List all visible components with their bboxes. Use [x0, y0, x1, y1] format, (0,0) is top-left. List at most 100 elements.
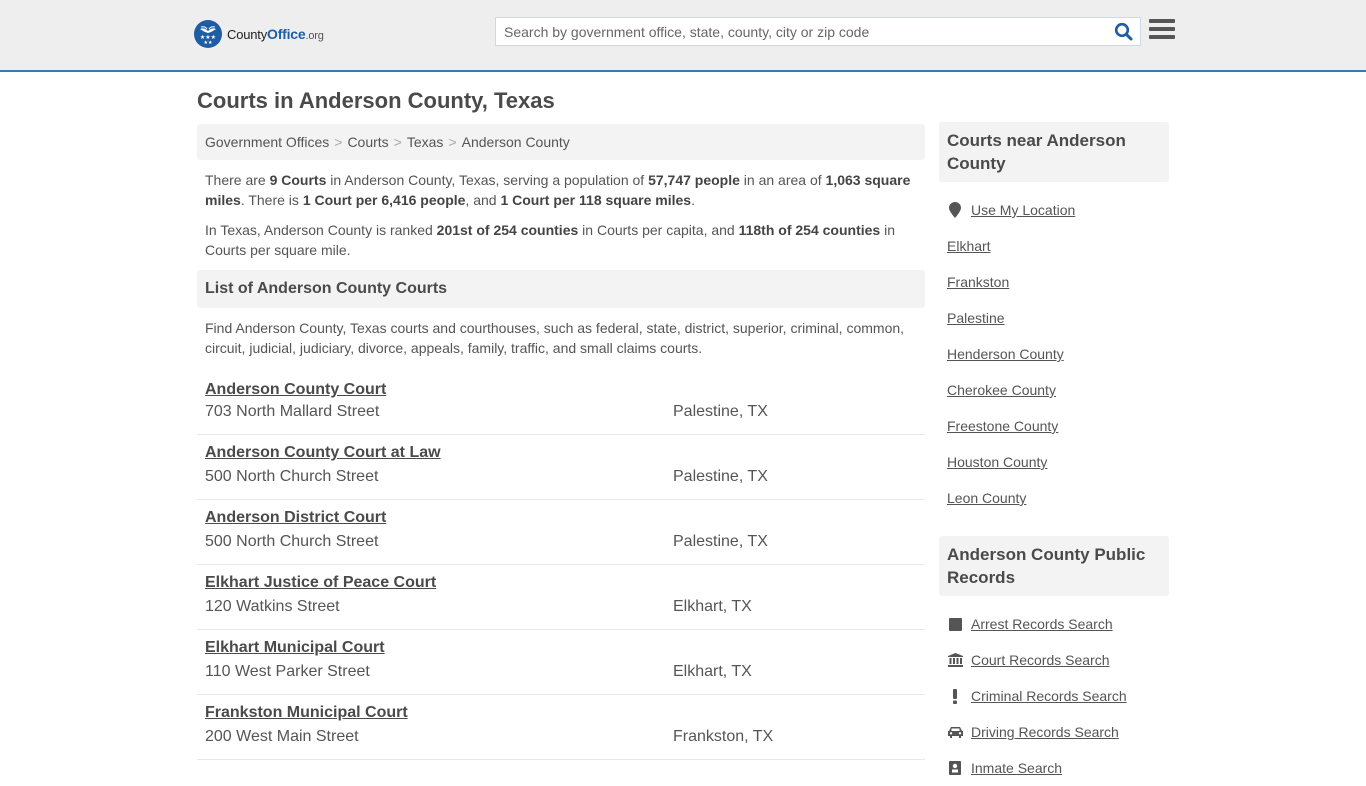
- site-logo[interactable]: ★★★ ★★ CountyOffice.org: [194, 20, 324, 48]
- court-address: 120 Watkins Street: [205, 598, 340, 615]
- nearby-link-cherokee-county[interactable]: Cherokee County: [947, 382, 1056, 398]
- text: There are: [205, 172, 270, 188]
- breadcrumb-separator: >: [448, 134, 457, 150]
- records-link-item: Court Records Search: [947, 642, 1161, 678]
- breadcrumb-separator: >: [393, 134, 402, 150]
- main-content: Government Offices > Courts > Texas > Anderson…: [197, 124, 925, 760]
- court-list-item: Frankston Municipal Court 200 West Main …: [197, 695, 925, 760]
- nearby-link-leon-county[interactable]: Leon County: [947, 490, 1026, 506]
- courts-per-people: 1 Court per 6,416 people: [302, 192, 466, 208]
- nearby-link-elkhart[interactable]: Elkhart: [947, 238, 991, 254]
- inmate-icon: [947, 760, 963, 776]
- court-city: Palestine, TX: [673, 468, 768, 485]
- population: 57,747 people: [648, 172, 740, 188]
- breadcrumb-texas[interactable]: Texas: [407, 134, 444, 150]
- breadcrumb-courts[interactable]: Courts: [347, 134, 388, 150]
- nearby-link-item: Henderson County: [947, 336, 1161, 372]
- text: in Anderson County, Texas, serving a pop…: [326, 172, 649, 188]
- summary-paragraph: There are 9 Courts in Anderson County, T…: [205, 170, 917, 210]
- public-records-heading: Anderson County Public Records: [939, 536, 1169, 596]
- court-list-item: Anderson County Court at Law 500 North C…: [197, 435, 925, 500]
- court-list-item: Elkhart Municipal Court 110 West Parker …: [197, 630, 925, 695]
- public-records-list: Arrest Records Search Court Records Sear…: [939, 606, 1169, 786]
- text: , and: [465, 192, 501, 208]
- search-icon[interactable]: [1114, 22, 1134, 42]
- per-capita-rank: 201st of 254 counties: [436, 222, 579, 238]
- nearby-link-item: Houston County: [947, 444, 1161, 480]
- court-name-link[interactable]: Anderson County Court: [205, 380, 386, 400]
- court-name-link[interactable]: Anderson District Court: [205, 508, 386, 528]
- courts-list-description: Find Anderson County, Texas courts and c…: [205, 320, 905, 356]
- court-list-item: Elkhart Justice of Peace Court 120 Watki…: [197, 565, 925, 630]
- search-box: [495, 17, 1141, 46]
- court-city: Palestine, TX: [673, 533, 768, 550]
- menu-bar: [1149, 19, 1175, 23]
- nearby-link-frankston[interactable]: Frankston: [947, 274, 1009, 290]
- sidebar: Courts near Anderson County Use My Locat…: [939, 122, 1169, 786]
- courts-per-area: 1 Court per 118 square miles: [500, 192, 692, 208]
- text: .: [691, 192, 695, 208]
- intro-text: There are 9 Courts in Anderson County, T…: [197, 170, 925, 260]
- per-area-rank: 118th of 254 counties: [738, 222, 881, 238]
- arrest-records-link[interactable]: Arrest Records Search: [971, 616, 1113, 632]
- nearby-link-freestone-county[interactable]: Freestone County: [947, 418, 1058, 434]
- menu-bar: [1149, 35, 1175, 39]
- court-address: 200 West Main Street: [205, 728, 359, 745]
- court-address: 110 West Parker Street: [205, 663, 370, 680]
- court-list: Anderson County Court 703 North Mallard …: [197, 376, 925, 760]
- hamburger-menu-icon[interactable]: [1149, 19, 1175, 41]
- square-icon: [947, 616, 963, 632]
- text: In Texas, Anderson County is ranked: [205, 222, 437, 238]
- court-records-link[interactable]: Court Records Search: [971, 652, 1110, 668]
- criminal-records-link[interactable]: Criminal Records Search: [971, 688, 1127, 704]
- nearby-courts-list: Use My Location Elkhart Frankston Palest…: [939, 192, 1169, 516]
- ranking-paragraph: In Texas, Anderson County is ranked 201s…: [205, 220, 917, 260]
- nearby-link-houston-county[interactable]: Houston County: [947, 454, 1047, 470]
- site-header: ★★★ ★★ CountyOffice.org: [0, 0, 1366, 72]
- breadcrumb-anderson-county[interactable]: Anderson County: [462, 134, 570, 150]
- court-address: 500 North Church Street: [205, 533, 379, 550]
- courthouse-icon: [947, 652, 963, 668]
- nearby-link-item: Leon County: [947, 480, 1161, 516]
- court-city: Elkhart, TX: [673, 598, 752, 615]
- nearby-link-item: Palestine: [947, 300, 1161, 336]
- nearby-link-item: Cherokee County: [947, 372, 1161, 408]
- court-list-item: Anderson District Court 500 North Church…: [197, 500, 925, 565]
- breadcrumb-separator: >: [334, 134, 343, 150]
- court-name-link[interactable]: Frankston Municipal Court: [205, 703, 408, 723]
- logo-office: Office: [267, 26, 306, 42]
- court-city: Frankston, TX: [673, 728, 774, 745]
- records-link-item: Driving Records Search: [947, 714, 1161, 750]
- court-city: Elkhart, TX: [673, 663, 752, 680]
- records-link-item: Criminal Records Search: [947, 678, 1161, 714]
- breadcrumb-government-offices[interactable]: Government Offices: [205, 134, 329, 150]
- use-my-location-item: Use My Location: [947, 192, 1161, 228]
- court-city: Palestine, TX: [673, 403, 768, 420]
- nearby-link-henderson-county[interactable]: Henderson County: [947, 346, 1064, 362]
- logo-text: CountyOffice.org: [227, 26, 324, 42]
- svg-text:★★: ★★: [204, 40, 213, 45]
- records-link-item: Arrest Records Search: [947, 606, 1161, 642]
- eagle-stars-logo-icon: ★★★ ★★: [194, 20, 222, 48]
- car-icon: [947, 724, 963, 740]
- driving-records-link[interactable]: Driving Records Search: [971, 724, 1119, 740]
- nearby-courts-heading: Courts near Anderson County: [939, 122, 1169, 182]
- inmate-search-link[interactable]: Inmate Search: [971, 760, 1062, 776]
- courts-list-heading: List of Anderson County Courts: [197, 270, 925, 308]
- nearby-link-palestine[interactable]: Palestine: [947, 310, 1005, 326]
- court-address: 500 North Church Street: [205, 468, 379, 485]
- nearby-link-item: Freestone County: [947, 408, 1161, 444]
- nearby-link-item: Frankston: [947, 264, 1161, 300]
- court-count: 9 Courts: [269, 172, 327, 188]
- nearby-link-item: Elkhart: [947, 228, 1161, 264]
- exclamation-icon: [947, 688, 963, 704]
- court-name-link[interactable]: Anderson County Court at Law: [205, 443, 441, 463]
- court-name-link[interactable]: Elkhart Municipal Court: [205, 638, 385, 658]
- page-title: Courts in Anderson County, Texas: [197, 88, 555, 113]
- records-link-item: Inmate Search: [947, 750, 1161, 786]
- map-marker-icon: [947, 202, 963, 218]
- court-name-link[interactable]: Elkhart Justice of Peace Court: [205, 573, 436, 593]
- use-my-location-link[interactable]: Use My Location: [971, 202, 1075, 218]
- search-input[interactable]: [496, 18, 1106, 45]
- logo-tld: .org: [305, 30, 324, 42]
